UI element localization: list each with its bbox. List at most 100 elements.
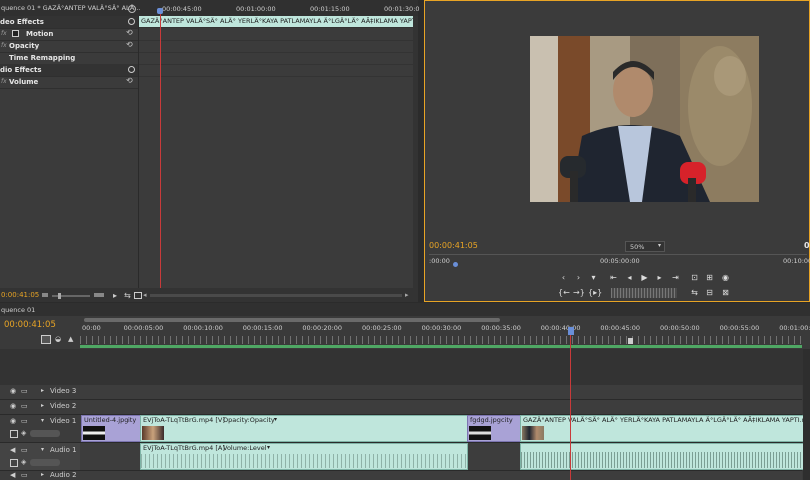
clip-eyj-audio[interactable]: EVjToA-TLqTtBrG.mp4 [A] Volume:Level ▾ bbox=[140, 443, 468, 470]
ec-playhead[interactable] bbox=[160, 8, 161, 288]
video1-track-header[interactable]: ◉ ▭ ▾ Video 1 ◈ bbox=[0, 415, 80, 443]
timeline-playhead-marker[interactable] bbox=[568, 327, 574, 335]
motion-box-icon[interactable] bbox=[12, 30, 19, 37]
go-to-out-icon[interactable]: ⇥ bbox=[670, 273, 681, 283]
clip-gaziantep-video[interactable]: GAZÄ°ANTEP VALÄ°SÄ° ALÄ° YERLÄ°KAYA PATL… bbox=[520, 415, 804, 442]
eye-icon[interactable]: ◉ bbox=[10, 387, 16, 395]
timeline-vscroll[interactable] bbox=[803, 349, 810, 480]
clip-eyj-video-fx[interactable]: Opacity:Opacity bbox=[223, 416, 275, 424]
ec-current-time[interactable]: 0:00:41:05 bbox=[1, 291, 39, 299]
track-collapse-icon[interactable]: ▾ bbox=[41, 446, 44, 453]
video2-track-header[interactable]: ◉ ▭ ▸ Video 2 bbox=[0, 400, 80, 415]
timeline-playhead[interactable] bbox=[570, 335, 571, 480]
chevron-down-icon[interactable]: ▾ bbox=[267, 444, 270, 451]
output-icon[interactable]: ⊠ bbox=[720, 288, 731, 298]
ec-vscroll[interactable] bbox=[413, 16, 418, 288]
lock-icon[interactable]: ▭ bbox=[21, 471, 28, 479]
mark-out-icon[interactable]: › bbox=[573, 273, 584, 283]
ec-scrollbar[interactable] bbox=[150, 294, 402, 297]
volume-reset-icon[interactable]: ⟲ bbox=[126, 76, 133, 85]
clip-fgdgd[interactable]: fgdgd.jpg city bbox=[467, 415, 521, 442]
ec-playhead-marker[interactable] bbox=[157, 8, 163, 14]
ec-keyframe-area[interactable] bbox=[139, 27, 418, 93]
export-icon[interactable] bbox=[134, 292, 142, 299]
jog-shuttle[interactable] bbox=[611, 288, 677, 298]
loop-icon[interactable]: ⇆ bbox=[689, 288, 700, 298]
eye-icon[interactable]: ◉ bbox=[10, 417, 16, 425]
ec-divider[interactable] bbox=[138, 16, 139, 288]
ec-scroll-right-icon[interactable]: ▸ bbox=[405, 291, 409, 299]
audio2-track[interactable] bbox=[80, 471, 802, 480]
snap-icon[interactable] bbox=[41, 335, 51, 344]
video-frame[interactable] bbox=[530, 36, 759, 202]
sequence-tab[interactable]: quence 01 * GAZÄ°ANTEP VALÄ°SÄ° ALÄ... bbox=[1, 4, 140, 12]
grid-line bbox=[139, 76, 418, 77]
track-expand-icon[interactable]: ▸ bbox=[41, 471, 44, 478]
lock-icon[interactable]: ▭ bbox=[21, 387, 28, 395]
play-audio-icon[interactable]: ▸ bbox=[113, 291, 117, 300]
eye-icon[interactable]: ◉ bbox=[10, 402, 16, 410]
work-area-bar[interactable] bbox=[80, 345, 802, 348]
track-expand-icon[interactable]: ▸ bbox=[41, 402, 44, 409]
timeline-ruler-tick: 00:00:45:00 bbox=[600, 324, 641, 332]
keyframe-icon[interactable]: ◈ bbox=[21, 458, 26, 466]
timeline-tab[interactable]: quence 01 bbox=[1, 306, 35, 314]
reset-icon[interactable] bbox=[128, 18, 135, 25]
opacity-reset-icon[interactable]: ⟲ bbox=[126, 40, 133, 49]
track-expand-icon[interactable]: ▸ bbox=[41, 387, 44, 394]
speaker-icon[interactable]: ◀ bbox=[10, 446, 15, 454]
go-to-in-icon[interactable]: ⇤ bbox=[608, 273, 619, 283]
mark-in-icon[interactable]: ‹ bbox=[558, 273, 569, 283]
camera-icon[interactable]: ◉ bbox=[720, 273, 731, 283]
audio1-track-header[interactable]: ◀ ▭ ▾ Audio 1 ◈ bbox=[0, 443, 80, 471]
lock-icon[interactable]: ▭ bbox=[21, 402, 28, 410]
audio-reset-icon[interactable] bbox=[128, 66, 135, 73]
zoom-in-icon[interactable] bbox=[94, 293, 104, 297]
lift-icon[interactable]: ⊡ bbox=[689, 273, 700, 283]
program-playhead[interactable] bbox=[453, 262, 458, 267]
volume-row[interactable]: fx Volume ⟲ bbox=[0, 76, 139, 89]
video3-track-header[interactable]: ◉ ▭ ▸ Video 3 bbox=[0, 385, 80, 400]
audio2-track-header[interactable]: ◀ ▭ ▸ Audio 2 bbox=[0, 471, 80, 480]
display-style-icon[interactable] bbox=[10, 459, 18, 467]
speaker-icon[interactable]: ◀ bbox=[10, 471, 15, 479]
loop-icon[interactable]: ⇆ bbox=[124, 291, 131, 300]
play-in-out-icon[interactable]: {▸} bbox=[588, 288, 602, 298]
chevron-down-icon[interactable]: ▾ bbox=[274, 416, 277, 423]
program-ruler-end: 00:10:00: bbox=[783, 257, 810, 265]
zoom-out-icon[interactable] bbox=[42, 293, 48, 297]
set-marker-icon[interactable]: ◒ bbox=[55, 335, 61, 343]
zoom-slider-thumb[interactable] bbox=[58, 293, 61, 299]
program-current-time[interactable]: 00:00:41:05 bbox=[429, 241, 478, 250]
timeline-zoom-bar[interactable] bbox=[84, 318, 500, 322]
go-next-edit-icon[interactable]: →} bbox=[573, 288, 585, 298]
display-style-icon[interactable] bbox=[10, 430, 18, 438]
work-area-end-marker[interactable] bbox=[628, 338, 633, 344]
lock-icon[interactable]: ▭ bbox=[21, 417, 28, 425]
clip-untitled[interactable]: Untitled-4.jpg ity bbox=[81, 415, 141, 442]
clip-eyj-video[interactable]: EVjToA-TLqTtBrG.mp4 [V] Opacity:Opacity … bbox=[140, 415, 468, 442]
timeline-current-time[interactable]: 00:00:41:05 bbox=[4, 320, 56, 330]
clock-icon[interactable] bbox=[128, 5, 136, 13]
zoom-dropdown[interactable]: 50% ▾ bbox=[625, 241, 665, 252]
clip-gaziantep-audio[interactable] bbox=[520, 443, 804, 470]
play-icon[interactable]: ▶ bbox=[639, 273, 650, 283]
lock-icon[interactable]: ▲ bbox=[68, 335, 73, 343]
clip-eyj-audio-fx[interactable]: Volume:Level bbox=[223, 444, 267, 452]
keyframe-nav[interactable] bbox=[30, 459, 60, 466]
step-back-icon[interactable]: ◂ bbox=[624, 273, 635, 283]
marker-icon[interactable]: ▾ bbox=[588, 273, 599, 283]
motion-reset-icon[interactable]: ⟲ bbox=[126, 28, 133, 37]
trim-icon[interactable]: ⊟ bbox=[704, 288, 715, 298]
video3-track[interactable] bbox=[80, 385, 802, 400]
video2-track[interactable] bbox=[80, 400, 802, 415]
step-forward-icon[interactable]: ▸ bbox=[654, 273, 665, 283]
go-prev-edit-icon[interactable]: {← bbox=[558, 288, 570, 298]
ec-clip-bar[interactable]: GAZÄ°ANTEP VALÄ°SÄ° ALÄ° YERLÄ°KAYA PATL… bbox=[139, 16, 413, 27]
keyframe-icon[interactable]: ◈ bbox=[21, 429, 26, 437]
ec-scroll-left-icon[interactable]: ◂ bbox=[143, 291, 147, 299]
safe-margins-icon[interactable]: ⊞ bbox=[704, 273, 715, 283]
lock-icon[interactable]: ▭ bbox=[21, 446, 28, 454]
track-collapse-icon[interactable]: ▾ bbox=[41, 417, 44, 424]
keyframe-nav[interactable] bbox=[30, 430, 60, 437]
